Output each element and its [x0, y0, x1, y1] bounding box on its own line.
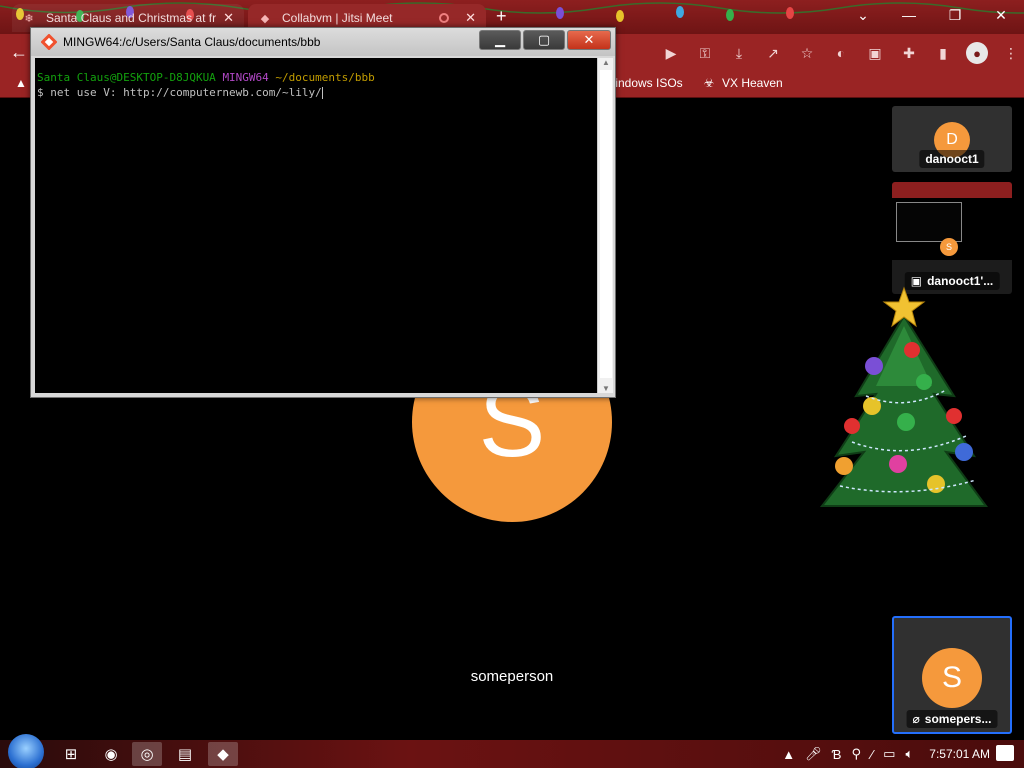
terminal-minimize-button[interactable]: ▁ — [479, 30, 521, 50]
participant-name-tag: danooct1 — [919, 150, 985, 168]
participant-name: danooct1 — [925, 152, 979, 166]
windows-taskbar: ⊞ ◉ ◎ ▤ ◆ ▲ 🎤︎ Ɓ ⚲ ∕ ▭ 🔈︎ 7:57:01 AM — [0, 734, 1024, 768]
main-participant-name: someperson — [470, 668, 554, 685]
prompt-path: ~/documents/bbb — [275, 71, 375, 84]
prompt-env: MINGW64 — [222, 71, 269, 84]
pen-icon[interactable]: ∕ — [871, 747, 873, 762]
tab-title: Santa Claus and Christmas at fr — [46, 11, 217, 25]
participant-thumbnail[interactable]: D danooct1 — [892, 106, 1012, 172]
close-window-button[interactable]: ✕ — [978, 0, 1024, 30]
preview-browser-bar — [892, 182, 1012, 198]
bookmark-vx-heaven[interactable]: ☣ VX Heaven — [702, 76, 783, 90]
share-icon[interactable]: ↗ — [762, 42, 784, 64]
camera-icon[interactable]: ▶ — [660, 42, 682, 64]
participant-avatar: S — [922, 648, 982, 708]
terminal-window-controls: ▁ ▢ ✕ — [479, 30, 611, 50]
close-tab-icon[interactable]: ✕ — [465, 10, 476, 26]
magnifier-icon[interactable]: ⚲ — [851, 746, 861, 762]
tab-title: Collabvm | Jitsi Meet — [282, 11, 393, 25]
close-tab-icon[interactable]: ✕ — [223, 10, 234, 26]
terminal-scrollbar[interactable]: ▲ ▼ — [597, 58, 613, 393]
key-icon[interactable]: ⚿ — [694, 42, 716, 64]
participant-thumbnail-active[interactable]: S ⌀ somepers... — [892, 616, 1012, 734]
install-icon[interactable]: ⤓ — [728, 42, 750, 64]
task-view-icon[interactable]: ⊞ — [56, 742, 86, 766]
tray-chevron-icon[interactable]: ▲ — [782, 747, 795, 762]
system-tray: ▲ 🎤︎ Ɓ ⚲ ∕ ▭ 🔈︎ 7:57:01 AM — [782, 740, 1024, 768]
bookmark-overflow-icon[interactable]: ▲ — [14, 76, 28, 90]
recording-icon — [439, 13, 450, 23]
chevron-down-icon[interactable]: ⌄ — [840, 0, 886, 30]
microphone-icon[interactable]: 🎤︎ — [805, 746, 822, 762]
mingw-terminal-window[interactable]: MINGW64:/c/Users/Santa Claus/documents/b… — [30, 27, 616, 398]
terminal-maximize-button[interactable]: ▢ — [523, 30, 565, 50]
participant-name: somepers... — [924, 712, 992, 726]
side-panel-icon[interactable]: ▮ — [932, 42, 954, 64]
notification-icon[interactable] — [996, 745, 1014, 761]
chrome-icon[interactable]: ◎ — [132, 742, 162, 766]
flag-extension-icon[interactable]: ◐ — [830, 42, 852, 64]
start-button[interactable] — [8, 734, 44, 768]
git-bash-icon — [41, 34, 57, 50]
taskbar-clock[interactable]: 7:57:01 AM — [929, 747, 990, 761]
file-explorer-icon[interactable]: ▤ — [170, 742, 200, 766]
menu-dots-icon[interactable]: ⋮ — [1000, 42, 1022, 64]
screen: ❄ Santa Claus and Christmas at fr ✕ ◆ Co… — [0, 0, 1024, 768]
jitsi-icon: ◆ — [260, 12, 270, 25]
puzzle-icon[interactable]: ✚ — [898, 42, 920, 64]
snowflake-icon: ❄ — [24, 12, 34, 25]
browser-window-controls: ⌄ — ❐ ✕ — [840, 0, 1024, 30]
volume-icon[interactable]: 🔈︎ — [905, 746, 913, 762]
command-line: $ net use V: http://computernewb.com/~li… — [37, 86, 322, 99]
tb-app-icon[interactable]: Ɓ — [832, 747, 842, 762]
participant-thumbnail-screenshare[interactable]: S ▣ danooct1'... — [892, 182, 1012, 294]
mic-muted-icon: ⌀ — [912, 712, 920, 726]
screenshare-preview: S — [892, 182, 1012, 260]
participant-name-tag: ⌀ somepers... — [906, 710, 998, 728]
git-bash-taskbar-icon[interactable]: ◆ — [208, 742, 238, 766]
new-tab-button[interactable]: + — [496, 6, 507, 27]
christmas-tree-decoration — [819, 286, 988, 507]
profile-avatar-icon[interactable]: ● — [966, 42, 988, 64]
terminal-output[interactable]: Santa Claus@DESKTOP-D8JQKUA MINGW64 ~/do… — [35, 58, 597, 393]
terminal-close-button[interactable]: ✕ — [567, 30, 611, 50]
firefox-icon[interactable]: ◉ — [96, 742, 126, 766]
preview-avatar: S — [940, 238, 958, 256]
scroll-up-icon[interactable]: ▲ — [602, 58, 610, 67]
prompt-user: Santa Claus@DESKTOP-D8JQKUA — [37, 71, 216, 84]
biohazard-icon: ☣ — [703, 76, 715, 90]
extension-s-icon[interactable]: ▣ — [864, 42, 886, 64]
star-icon[interactable]: ☆ — [796, 42, 818, 64]
terminal-title: MINGW64:/c/Users/Santa Claus/documents/b… — [63, 35, 321, 49]
toolbar-icons: ▶ ⚿ ⤓ ↗ ☆ ◐ ▣ ✚ ▮ ● ⋮ — [660, 42, 1022, 64]
minimize-button[interactable]: — — [886, 0, 932, 30]
text-cursor — [321, 87, 323, 99]
bookmark-label: VX Heaven — [722, 76, 783, 90]
back-arrow-icon[interactable]: ← — [10, 42, 28, 63]
preview-terminal — [896, 202, 962, 242]
scrollbar-thumb[interactable] — [600, 70, 612, 378]
scroll-down-icon[interactable]: ▼ — [602, 384, 610, 393]
maximize-button[interactable]: ❐ — [932, 0, 978, 30]
network-icon[interactable]: ▭ — [883, 746, 895, 762]
